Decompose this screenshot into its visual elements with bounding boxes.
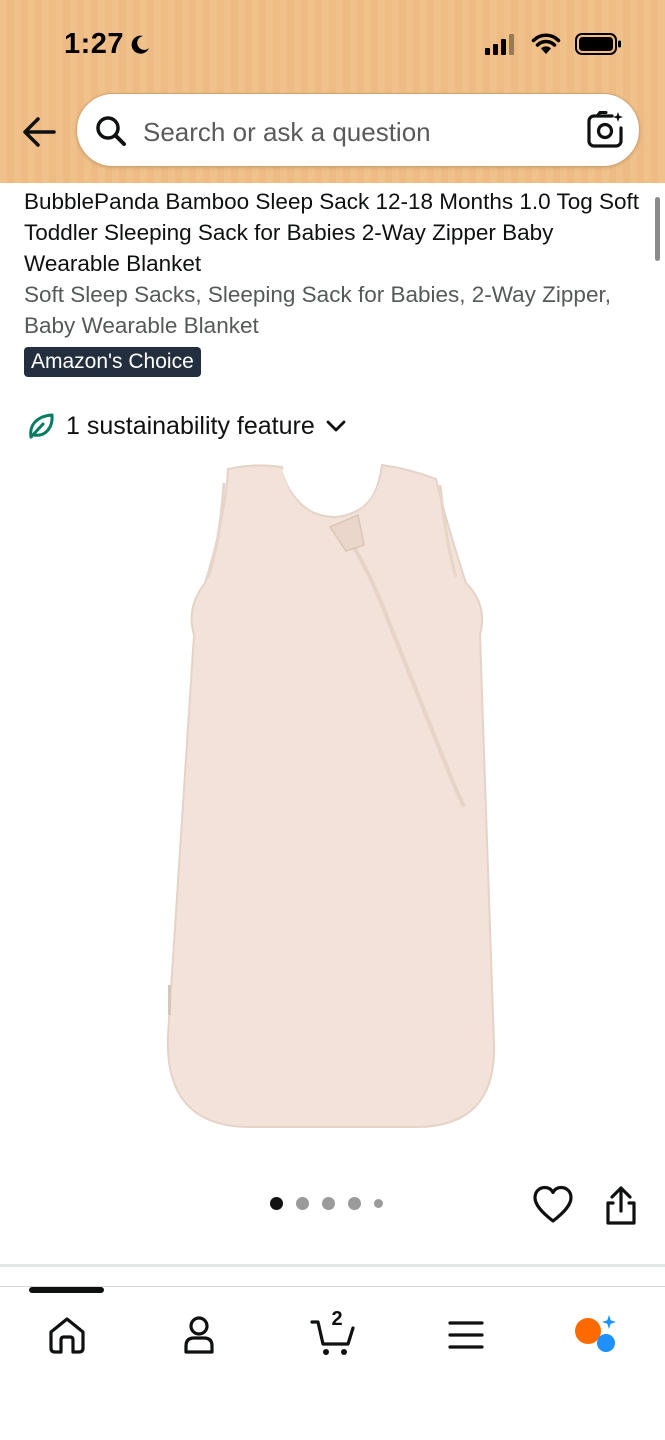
share-icon[interactable] <box>602 1185 640 1227</box>
carousel-dot[interactable] <box>374 1199 383 1208</box>
account-icon[interactable] <box>176 1312 222 1358</box>
cart-button[interactable]: 2 <box>310 1308 356 1358</box>
rufus-icon[interactable] <box>572 1312 618 1358</box>
chevron-down-icon <box>326 420 346 432</box>
product-subtitle: Soft Sleep Sacks, Sleeping Sack for Babi… <box>24 282 611 338</box>
carousel-dot[interactable] <box>348 1197 361 1210</box>
cart-count: 2 <box>331 1308 343 1330</box>
carousel-dot[interactable] <box>296 1197 309 1210</box>
image-carousel-dots[interactable] <box>270 1197 383 1210</box>
signal-icon <box>485 34 514 55</box>
search-input[interactable] <box>141 114 575 150</box>
leaf-icon <box>29 413 54 439</box>
product-image[interactable] <box>150 455 515 1145</box>
status-time: 1:27 <box>64 28 125 60</box>
sustainability-label: 1 sustainability feature <box>66 411 315 440</box>
battery-icon <box>575 33 621 55</box>
menu-icon[interactable] <box>443 1312 489 1358</box>
divider <box>0 1264 665 1267</box>
home-icon[interactable] <box>44 1312 90 1358</box>
wifi-icon <box>531 33 561 54</box>
active-tab-indicator <box>29 1287 104 1293</box>
carousel-dot[interactable] <box>270 1197 283 1210</box>
carousel-dot[interactable] <box>322 1197 335 1210</box>
search-icon <box>96 116 126 146</box>
status-bar: 1:27 <box>0 0 665 90</box>
product-title: BubblePanda Bamboo Sleep Sack 12-18 Mont… <box>24 189 640 276</box>
system-icons <box>485 32 623 56</box>
back-arrow-icon[interactable] <box>18 112 62 152</box>
sustainability-features-toggle[interactable]: 1 sustainability feature <box>26 408 347 444</box>
moon-icon <box>131 35 149 54</box>
amazons-choice-badge: Amazon's Choice <box>24 347 201 377</box>
camera-search-icon[interactable] <box>585 110 625 150</box>
heart-icon[interactable] <box>532 1184 574 1226</box>
scrollbar[interactable] <box>655 197 660 261</box>
search-bar[interactable] <box>76 93 640 167</box>
header: 1:27 <box>0 0 665 183</box>
